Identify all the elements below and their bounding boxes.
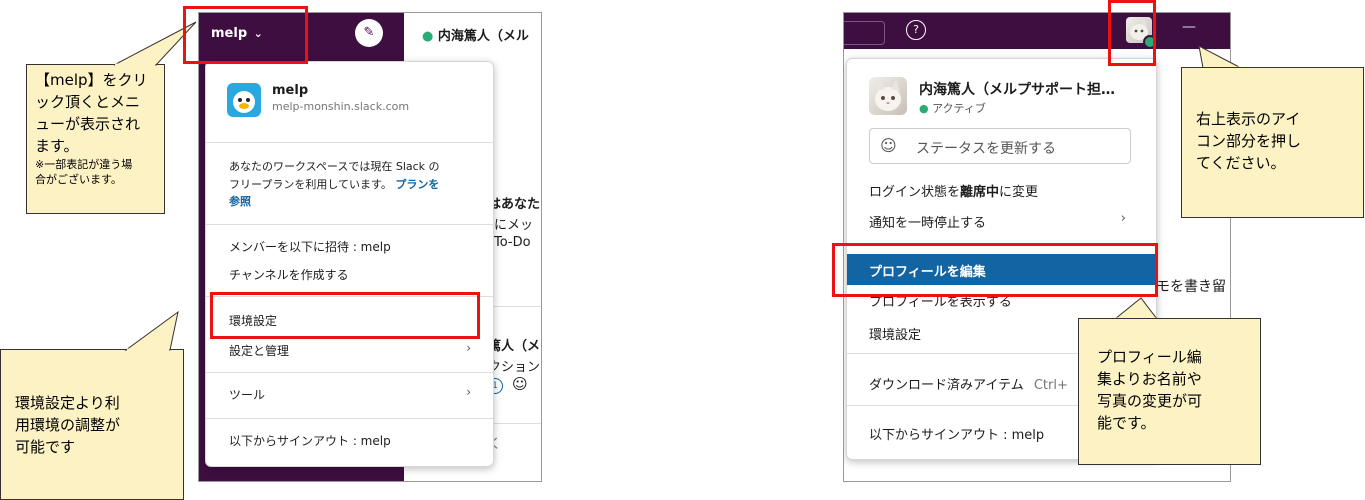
- avatar: [869, 77, 907, 115]
- callout-text-line: ます。: [35, 137, 79, 155]
- callout-text-line: 環境設定より利: [15, 394, 120, 412]
- add-reaction-icon[interactable]: ☺: [512, 375, 528, 393]
- highlight-box-avatar: [1108, 0, 1156, 66]
- help-icon[interactable]: ?: [906, 20, 926, 40]
- menu-item-set-away[interactable]: ログイン状態を離席中に変更: [869, 181, 1038, 200]
- message-text: クション: [488, 360, 541, 375]
- menu-item-preferences[interactable]: 環境設定: [869, 324, 921, 343]
- callout-text-line: 可能です: [15, 438, 76, 456]
- active-status: ● アクティブ: [919, 100, 986, 116]
- status-placeholder: ステータスを更新する: [916, 141, 1056, 157]
- message-text: モを書き留: [1156, 279, 1226, 295]
- menu-item-sign-out[interactable]: 以下からサインアウト : melp: [869, 424, 1044, 443]
- callout-tail: [124, 310, 179, 352]
- menu-item-invite[interactable]: メンバーを以下に招待 : melp: [229, 238, 391, 255]
- highlight-box-preferences: [210, 292, 480, 339]
- workspace-menu: melp melp-monshin.slack.com あなたのワークスペースで…: [205, 61, 494, 467]
- cat-avatar-icon: [875, 80, 901, 111]
- callout-text-line: てください。: [1196, 154, 1286, 172]
- plan-text: フリープランを利用しています。: [229, 178, 392, 191]
- workspace-menu-name: melp: [272, 83, 309, 98]
- callout-avatar: 右上表示のアイ コン部分を押し てください。: [1181, 67, 1364, 218]
- downloads-shortcut: Ctrl+: [1033, 378, 1068, 393]
- menu-item-downloads[interactable]: ダウンロード済みアイテム Ctrl+: [869, 374, 1068, 393]
- plan-link[interactable]: プランを: [395, 178, 439, 191]
- smiley-icon: ☺: [880, 136, 897, 155]
- compose-icon[interactable]: ✎: [355, 19, 383, 47]
- profile-user-name: 内海篤人（メルプサポート担…: [919, 82, 1115, 98]
- menu-item-create-channel[interactable]: チャンネルを作成する: [229, 266, 349, 283]
- menu-item-settings-admin[interactable]: 設定と管理: [229, 342, 289, 359]
- highlight-box-workspace: [183, 6, 308, 64]
- message-text: 篤人（メ: [488, 339, 541, 354]
- callout-note-line: 合がございます。: [35, 173, 122, 186]
- downloads-label: ダウンロード済みアイテム: [869, 378, 1024, 393]
- message-text: はあなた: [488, 197, 541, 212]
- menu-item-pause-notifications[interactable]: 通知を一時停止する: [869, 212, 986, 231]
- divider: [206, 224, 493, 225]
- online-dot-icon: ●: [422, 29, 434, 44]
- minimize-icon[interactable]: —: [1182, 19, 1196, 35]
- message-text: To-Do: [494, 235, 531, 250]
- callout-text-line: ューが表示され: [35, 115, 141, 133]
- callout-text-line: 集よりお名前や: [1097, 370, 1202, 388]
- message-text: にメッ: [494, 218, 534, 233]
- chevron-right-icon: ›: [1120, 211, 1126, 226]
- channel-title[interactable]: ● 内海篤人（メル: [422, 25, 529, 44]
- divider: [206, 372, 493, 373]
- menu-item-sign-out[interactable]: 以下からサインアウト : melp: [229, 432, 391, 449]
- workspace-avatar: [227, 83, 261, 117]
- callout-text-line: 能です。: [1097, 414, 1156, 432]
- active-status-text: アクティブ: [932, 102, 986, 115]
- callout-text-line: 【melp】をクリ: [35, 71, 148, 89]
- callout-melp-menu: 【melp】をクリ ック頂くとメニ ューが表示され ます。 ※一部表記が違う場 …: [26, 64, 165, 214]
- callout-text-line: 写真の変更が可: [1097, 392, 1203, 410]
- callout-text-line: 右上表示のアイ: [1196, 110, 1301, 128]
- callout-note-line: ※一部表記が違う場: [35, 158, 133, 171]
- callout-text-line: ック頂くとメニ: [35, 93, 141, 111]
- menu-item-tools[interactable]: ツール: [229, 386, 265, 403]
- callout-text-line: プロフィール編: [1097, 348, 1202, 366]
- divider: [206, 142, 493, 143]
- plan-text-line2: フリープランを利用しています。 プランを: [229, 176, 439, 192]
- workspace-domain: melp-monshin.slack.com: [272, 100, 410, 113]
- chevron-right-icon: ›: [466, 341, 471, 355]
- channel-title-text: 内海篤人（メル: [437, 29, 529, 44]
- highlight-box-edit-profile: [832, 243, 1158, 297]
- melp-logo-icon: [233, 91, 255, 113]
- callout-text-line: コン部分を押し: [1196, 132, 1302, 150]
- search-box[interactable]: [844, 21, 885, 45]
- divider: [206, 418, 493, 419]
- callout-preferences: 環境設定より利 用環境の調整が 可能です: [0, 349, 184, 500]
- set-away-text: ログイン状態を: [869, 185, 961, 200]
- set-away-suffix: に変更: [999, 185, 1039, 200]
- plan-text: あなたのワークスペースでは現在 Slack の: [229, 160, 440, 173]
- callout-text-line: 用環境の調整が: [15, 416, 121, 434]
- plan-link[interactable]: 参照: [229, 193, 251, 209]
- slack-window-left: melp ⌄ ✎ ● 内海篤人（メル はあなた にメッ To-Do 篤人（メ ク…: [198, 12, 542, 482]
- status-input[interactable]: ☺ ステータスを更新する: [869, 128, 1131, 164]
- set-away-bold: 離席中: [960, 185, 1000, 200]
- callout-edit-profile: プロフィール編 集よりお名前や 写真の変更が可 能です。: [1078, 318, 1261, 465]
- online-dot-icon: ●: [919, 102, 929, 115]
- top-bar: ? —: [844, 13, 1230, 49]
- chevron-right-icon: ›: [466, 385, 471, 399]
